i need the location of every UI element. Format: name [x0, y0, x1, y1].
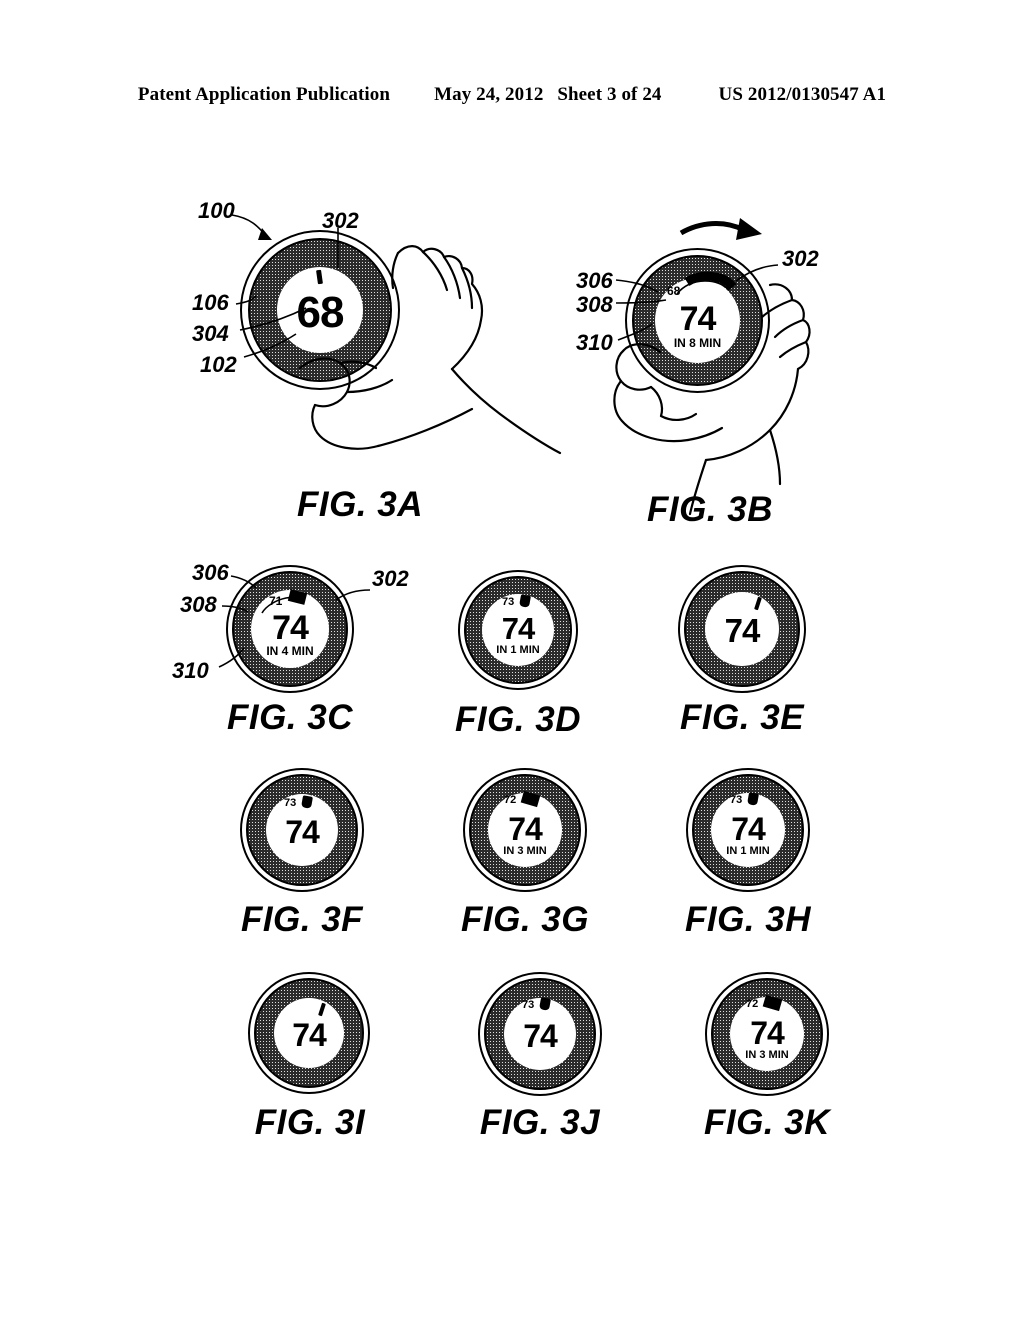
- setpoint-temperature-3g: 74: [508, 811, 543, 848]
- figure-label-3c: FIG. 3C: [226, 698, 354, 737]
- figure-3k: 74 IN 3 MIN 72: [705, 972, 829, 1096]
- current-temp-marker-3b: 68: [667, 284, 681, 298]
- thermostat-dial-3d[interactable]: 74 IN 1 MIN 73: [458, 570, 578, 690]
- setpoint-temperature-3d: 74: [501, 611, 535, 647]
- figure-3d: 74 IN 1 MIN 73: [458, 570, 578, 690]
- current-temp-marker-3d: 73: [502, 596, 515, 608]
- figure-3f: 74 73: [240, 768, 364, 892]
- thermostat-dial-3i[interactable]: 74: [248, 972, 370, 1094]
- ref-308-c: 308: [180, 592, 217, 617]
- thermostat-dial-3b[interactable]: 74 IN 8 MIN 68: [625, 248, 770, 393]
- dial-face-3h: 74 IN 1 MIN: [711, 793, 785, 867]
- figure-3j: 74 73: [478, 972, 602, 1096]
- current-temp-marker-3k: 72: [746, 998, 759, 1010]
- dial-face-3k: 74 IN 3 MIN: [730, 997, 804, 1071]
- dial-face-3c: 74 IN 4 MIN: [251, 590, 329, 668]
- setpoint-temperature-3a: 68: [296, 287, 345, 337]
- figure-label-3b: FIG. 3B: [646, 490, 774, 529]
- thermostat-dial-3h[interactable]: 74 IN 1 MIN 73: [686, 768, 810, 892]
- eta-text-3g: IN 3 MIN: [503, 844, 547, 857]
- figure-label-3j: FIG. 3J: [479, 1103, 601, 1142]
- ref-310-b: 310: [576, 330, 613, 355]
- ref-306-b: 306: [576, 268, 613, 293]
- page-header: Patent Application Publication May 24, 2…: [0, 84, 1024, 106]
- ref-302-c: 302: [372, 566, 409, 591]
- thermostat-dial-3e[interactable]: 74: [678, 565, 806, 693]
- dial-face-3i: 74: [274, 998, 344, 1068]
- ref-106: 106: [192, 290, 229, 315]
- dial-face-3d: 74 IN 1 MIN: [482, 594, 554, 666]
- eta-text-3k: IN 3 MIN: [745, 1048, 789, 1061]
- ref-308-b: 308: [576, 292, 613, 317]
- header-docnumber: US 2012/0130547 A1: [718, 84, 887, 105]
- setpoint-temperature-3c: 74: [272, 608, 309, 647]
- figure-3b: 74 IN 8 MIN 68: [625, 248, 770, 393]
- figure-3i: 74: [248, 972, 370, 1094]
- figure-label-3d: FIG. 3D: [454, 700, 582, 739]
- setpoint-temperature-3e: 74: [724, 611, 761, 649]
- ref-102: 102: [200, 352, 237, 377]
- thermostat-dial-3k[interactable]: 74 IN 3 MIN 72: [705, 972, 829, 1096]
- figure-3e: 74: [678, 565, 806, 693]
- thermostat-dial-3f[interactable]: 74 73: [240, 768, 364, 892]
- figure-3g: 74 IN 3 MIN 72: [463, 768, 587, 892]
- current-temp-marker-3f: 73: [284, 797, 297, 809]
- ref-304: 304: [192, 321, 229, 346]
- header-date: May 24, 2012: [434, 84, 544, 105]
- current-temp-marker-3h: 73: [730, 794, 743, 806]
- thermostat-dial-3g[interactable]: 74 IN 3 MIN 72: [463, 768, 587, 892]
- dial-face-3g: 74 IN 3 MIN: [488, 793, 562, 867]
- figure-label-3e: FIG. 3E: [679, 698, 805, 737]
- setpoint-temperature-3h: 74: [731, 811, 766, 848]
- figure-label-3i: FIG. 3I: [254, 1103, 366, 1142]
- ref-310-c: 310: [172, 658, 209, 683]
- ref-100: 100: [198, 198, 235, 223]
- figure-label-3a: FIG. 3A: [296, 485, 424, 524]
- figure-label-3k: FIG. 3K: [703, 1103, 831, 1142]
- figure-3c: 74 IN 4 MIN 71: [226, 565, 354, 693]
- figure-label-3h: FIG. 3H: [684, 900, 812, 939]
- current-temp-marker-3j: 73: [522, 999, 535, 1011]
- dial-face-3e: 74: [705, 592, 779, 666]
- thermostat-dial-3a[interactable]: 68: [240, 230, 400, 390]
- setpoint-temperature-3i: 74: [292, 1017, 327, 1054]
- thermostat-dial-3j[interactable]: 74 73: [478, 972, 602, 1096]
- ref-302-b: 302: [782, 246, 819, 271]
- setpoint-temperature-3j: 74: [523, 1018, 558, 1055]
- eta-text-3d: IN 1 MIN: [496, 643, 540, 656]
- setpoint-temperature-3f: 74: [285, 814, 320, 851]
- eta-text-3b: IN 8 MIN: [673, 336, 722, 351]
- figure-label-3f: FIG. 3F: [240, 900, 364, 939]
- ref-306-c: 306: [192, 560, 229, 585]
- figure-3h: 74 IN 1 MIN 73: [686, 768, 810, 892]
- header-date-sheet: May 24, 2012 Sheet 3 of 24: [434, 84, 670, 106]
- setpoint-temperature-3k: 74: [750, 1015, 785, 1052]
- ref-302-a: 302: [322, 208, 359, 233]
- eta-text-3c: IN 4 MIN: [266, 644, 314, 659]
- setpoint-temperature-3b: 74: [679, 299, 717, 338]
- eta-text-3h: IN 1 MIN: [726, 844, 770, 857]
- current-temp-marker-3c: 71: [269, 594, 283, 608]
- figure-3a: 68: [240, 230, 400, 390]
- header-sheet: Sheet 3 of 24: [557, 84, 662, 105]
- thermostat-dial-3c[interactable]: 74 IN 4 MIN 71: [226, 565, 354, 693]
- header-publication: Patent Application Publication: [137, 84, 391, 105]
- current-temp-marker-3g: 72: [504, 794, 517, 806]
- figure-label-3g: FIG. 3G: [461, 900, 589, 939]
